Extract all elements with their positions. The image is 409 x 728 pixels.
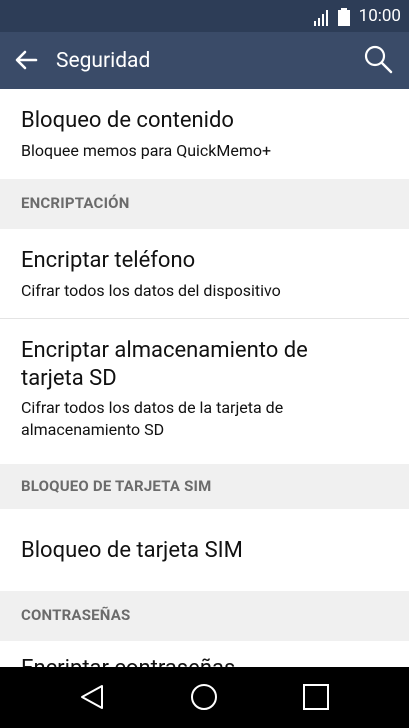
page-title: Seguridad <box>56 49 151 73</box>
encrypt-sd-item[interactable]: Encriptar almacenamiento de tarjeta SD C… <box>0 319 409 464</box>
section-header-label: BLOQUEO DE TARJETA SIM <box>21 477 212 495</box>
encrypt-sd-subtitle-line1: Cifrar todos los datos de la tarjeta de <box>21 398 284 417</box>
circle-home-icon[interactable] <box>190 683 218 711</box>
encrypt-sd-title-line1: Encriptar almacenamiento de <box>21 338 308 363</box>
encrypt-phone-item[interactable]: Encriptar teléfono Cifrar todos los dato… <box>0 229 409 318</box>
arrow-back-icon[interactable] <box>12 46 40 74</box>
section-header-encryption: ENCRIPTACIÓN <box>0 179 409 229</box>
section-header-passwords: CONTRASEÑAS <box>0 591 409 641</box>
sim-lock-item[interactable]: Bloqueo de tarjeta SIM <box>0 509 409 591</box>
section-header-label: CONTRASEÑAS <box>21 606 131 624</box>
triangle-back-icon[interactable] <box>78 683 106 711</box>
section-header-sim-lock: BLOQUEO DE TARJETA SIM <box>0 464 409 509</box>
encrypt-passwords-item[interactable]: Encriptar contraseñas <box>0 641 409 667</box>
square-recents-icon[interactable] <box>302 683 330 711</box>
battery-icon <box>338 8 350 26</box>
encrypt-sd-title-line2: tarjeta SD <box>21 366 117 391</box>
encrypt-sd-subtitle-line2: almacenamiento SD <box>21 420 165 439</box>
encrypt-passwords-title: Encriptar contraseñas <box>21 655 235 667</box>
content-lock-subtitle: Bloquee memos para QuickMemo+ <box>21 141 272 160</box>
status-bar: 10:00 <box>0 0 409 32</box>
navigation-bar <box>0 667 409 728</box>
sim-lock-title: Bloqueo de tarjeta SIM <box>21 538 243 563</box>
encrypt-phone-subtitle: Cifrar todos los datos del dispositivo <box>21 281 281 300</box>
content-lock-title: Bloqueo de contenido <box>21 108 234 133</box>
clock: 10:00 <box>358 6 401 26</box>
signal-icon <box>314 10 328 26</box>
encrypt-phone-title: Encriptar teléfono <box>21 248 196 273</box>
app-bar: Seguridad <box>0 32 409 89</box>
section-header-label: ENCRIPTACIÓN <box>21 194 130 212</box>
content-lock-item[interactable]: Bloqueo de contenido Bloquee memos para … <box>0 89 409 179</box>
search-icon[interactable] <box>363 44 393 74</box>
